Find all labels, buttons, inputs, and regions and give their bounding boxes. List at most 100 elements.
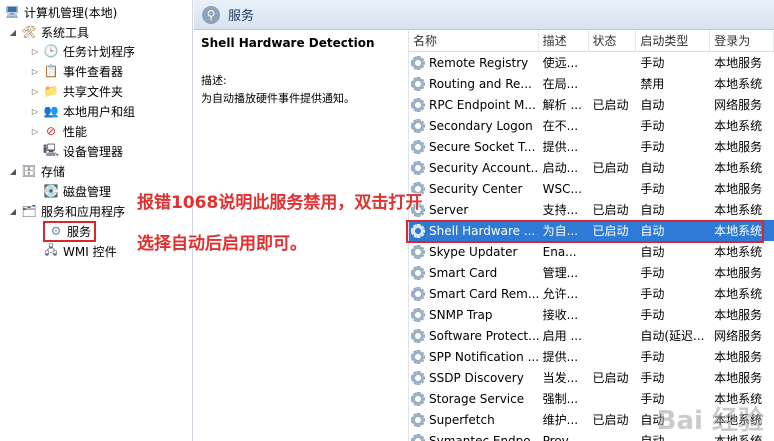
tree-item-services[interactable]: ⚙ 服务: [43, 220, 97, 242]
tree-item-device-manager[interactable]: 🖳 设备管理器: [43, 141, 123, 161]
service-status-cell: [589, 304, 637, 325]
expand-arrow-icon[interactable]: ▷: [30, 106, 40, 116]
tree-item-task-scheduler[interactable]: ▷ 🕒 任务计划程序: [30, 41, 135, 61]
users-icon: 👥: [43, 104, 59, 118]
expand-arrow-icon[interactable]: ▷: [30, 66, 40, 76]
service-logon-cell-text: 本地服务: [714, 308, 763, 322]
gear-icon: ⚙: [50, 224, 62, 238]
wmi-icon: 🖧: [44, 242, 58, 257]
table-row[interactable]: Remote Registry 使远... 手动 本地服务: [409, 52, 774, 73]
service-status-cell: 已启动: [589, 199, 637, 220]
table-row[interactable]: Security Center WSC... 手动 本地服务: [409, 178, 774, 199]
service-description-cell-text: WSC...: [542, 181, 582, 196]
tree-item-services-apps[interactable]: ◢ 🗂 服务和应用程序: [8, 201, 125, 221]
service-description-cell-text: 提供...: [542, 350, 579, 364]
service-name-cell: Remote Registry: [409, 52, 539, 73]
table-row[interactable]: SSDP Discovery 当发... 已启动 手动 本地服务: [409, 367, 774, 388]
service-name-cell: SNMP Trap: [409, 304, 539, 325]
tree-root[interactable]: 🖥 计算机管理(本地): [4, 2, 117, 22]
service-startup-cell-text: 手动: [640, 350, 665, 364]
service-description-cell-text: Ena...: [542, 244, 577, 259]
service-description-cell: 在不...: [539, 115, 589, 136]
table-row[interactable]: Shell Hardware ... 为自... 已启动 自动 本地系统: [409, 220, 774, 241]
table-row[interactable]: Security Account... 启动... 已启动 自动 本地系统: [409, 157, 774, 178]
service-logon-cell: 本地系统: [710, 220, 774, 241]
tree-item-wmi[interactable]: 🖧 WMI 控件: [43, 241, 116, 261]
rows-container: Remote Registry 使远... 手动 本地服务 Routing and Re…: [409, 52, 774, 441]
tree-item-disk-management[interactable]: 💽 磁盘管理: [43, 181, 112, 201]
service-gear-icon: [411, 328, 425, 343]
collapse-arrow-icon[interactable]: ◢: [8, 206, 18, 216]
service-status-cell-text: 已启动: [592, 98, 629, 112]
service-description-cell: 接收...: [539, 304, 589, 325]
column-header-startup-type[interactable]: 启动类型: [636, 30, 711, 52]
tree-item-system-tools[interactable]: ◢ 🛠 系统工具: [8, 22, 89, 42]
expand-arrow-icon[interactable]: ▷: [30, 46, 40, 56]
service-startup-cell: 自动: [636, 157, 710, 178]
table-row[interactable]: SNMP Trap 接收... 手动 本地服务: [409, 304, 774, 325]
collapse-arrow-icon[interactable]: ◢: [8, 166, 18, 176]
service-name-cell: Server: [409, 199, 539, 220]
column-header-description[interactable]: 描述: [539, 30, 589, 52]
panel-header: ⚲ 服务: [194, 0, 774, 30]
service-logon-cell: 本地服务: [710, 178, 774, 199]
service-status-cell: 已启动: [589, 367, 637, 388]
services-list[interactable]: 名称 描述 状态 启动类型 登录为 Remote Registry 使远... 手动…: [408, 30, 774, 441]
service-name-cell-text: Symantec Endpo...: [429, 433, 539, 441]
service-description-cell-text: 维护...: [542, 413, 579, 427]
service-status-cell: [589, 115, 637, 136]
shared-folder-icon: 📁: [43, 84, 59, 98]
service-name-cell-text: Superfetch: [429, 412, 495, 427]
table-row[interactable]: Secondary Logon 在不... 手动 本地系统: [409, 115, 774, 136]
expand-arrow-icon[interactable]: ▷: [30, 126, 40, 136]
expand-arrow-icon[interactable]: ▷: [30, 86, 40, 96]
service-startup-cell: 自动: [636, 241, 710, 262]
panel-title: 服务: [228, 9, 255, 24]
service-gear-icon: [411, 412, 425, 427]
column-header-logon[interactable]: 登录为: [710, 30, 774, 52]
column-header-name[interactable]: 名称: [409, 30, 539, 52]
collapse-arrow-icon[interactable]: ◢: [8, 27, 18, 37]
service-logon-cell-text: 本地服务: [714, 266, 763, 280]
table-row[interactable]: Server 支持... 已启动 自动 本地系统: [409, 199, 774, 220]
table-row[interactable]: Secure Socket T... 提供... 手动 本地服务: [409, 136, 774, 157]
service-description-cell-text: 为自...: [542, 224, 579, 238]
service-startup-cell: 自动: [636, 199, 710, 220]
service-startup-cell: 手动: [636, 262, 710, 283]
service-name-cell-text: Skype Updater: [429, 244, 518, 259]
service-logon-cell: 本地服务: [710, 262, 774, 283]
service-startup-cell-text: 手动: [640, 182, 665, 196]
table-row[interactable]: Smart Card Rem... 允许... 手动 本地系统: [409, 283, 774, 304]
service-status-cell: [589, 73, 637, 94]
table-row[interactable]: Skype Updater Ena... 自动 本地系统: [409, 241, 774, 262]
service-description-cell-text: 启动...: [542, 161, 579, 175]
service-description-cell-text: 提供...: [542, 140, 579, 154]
table-row[interactable]: Routing and Re... 在局... 禁用 本地系统: [409, 73, 774, 94]
table-row[interactable]: Smart Card 管理... 手动 本地服务: [409, 262, 774, 283]
table-row[interactable]: SPP Notification ... 提供... 手动 本地服务: [409, 346, 774, 367]
service-gear-icon: [411, 223, 425, 238]
computer-management-window: 🖥 计算机管理(本地) ◢ 🛠 系统工具 ▷ 🕒 任务计划程序 ▷ 📋 事件查看…: [0, 0, 774, 441]
service-name-cell-text: Software Protect...: [429, 328, 539, 343]
description-text: 为自动播放硬件事件提供通知。: [201, 92, 355, 105]
service-name-cell-text: Smart Card Rem...: [429, 286, 539, 301]
tree-item-local-users[interactable]: ▷ 👥 本地用户和组: [30, 101, 135, 121]
tree-item-performance[interactable]: ▷ ⊘ 性能: [30, 121, 87, 141]
service-gear-icon: [411, 55, 425, 70]
table-row[interactable]: Software Protect... 启用 ... 自动(延迟... 网络服务: [409, 325, 774, 346]
service-startup-cell-text: 自动(延迟...: [640, 329, 705, 343]
service-description-cell: 提供...: [539, 136, 589, 157]
service-logon-cell-text: 本地服务: [714, 140, 763, 154]
table-row[interactable]: RPC Endpoint M... 解析 ... 已启动 自动 网络服务: [409, 94, 774, 115]
service-name-cell-text: Shell Hardware ...: [429, 223, 536, 238]
service-gear-icon: [411, 97, 425, 112]
column-header-status[interactable]: 状态: [589, 30, 637, 52]
service-startup-cell-text: 自动: [640, 224, 665, 238]
service-startup-cell: 手动: [636, 367, 710, 388]
service-startup-cell: 手动: [636, 304, 710, 325]
storage-icon: 🗄: [21, 164, 37, 178]
service-status-cell: [589, 430, 637, 441]
tree-item-event-viewer[interactable]: ▷ 📋 事件查看器: [30, 61, 123, 81]
tree-item-shared-folders[interactable]: ▷ 📁 共享文件夹: [30, 81, 123, 101]
tree-item-storage[interactable]: ◢ 🗄 存储: [8, 161, 65, 181]
